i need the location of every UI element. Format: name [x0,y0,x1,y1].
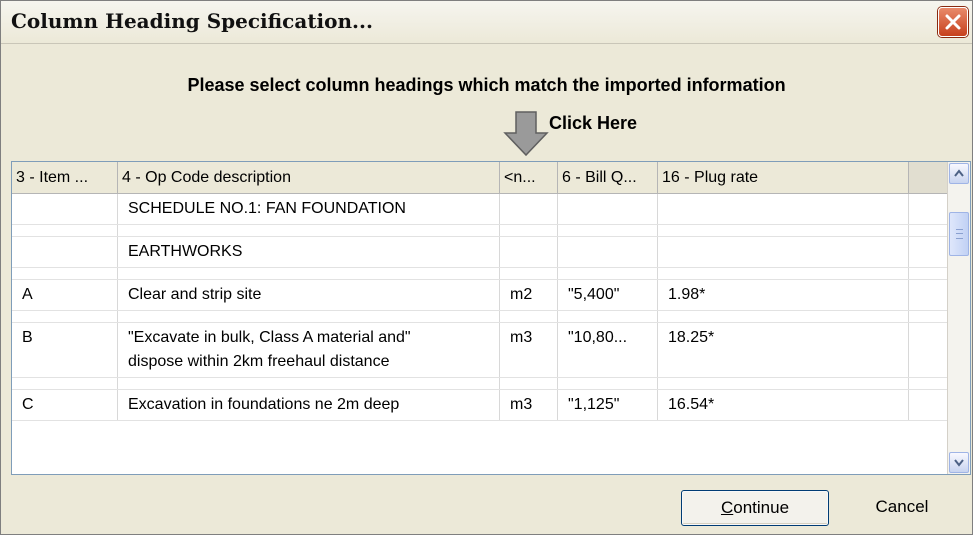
cell-bill-qty [558,268,658,279]
cell-unit [500,225,558,236]
table-row[interactable]: A Clear and strip site m2 "5,400" 1.98* [12,280,950,311]
cell-plug-rate [658,268,909,279]
table-row[interactable]: EARTHWORKS [12,237,950,268]
chevron-up-icon [954,169,964,177]
grid-rows: SCHEDULE NO.1: FAN FOUNDATION EARTHWORKS [12,194,950,421]
table-row[interactable] [12,225,950,237]
close-button[interactable] [938,7,968,37]
scroll-up-button[interactable] [949,163,969,184]
continue-label: ontinue [733,498,790,517]
cell-extra [909,268,950,279]
dialog-window: Column Heading Specification... Please s… [0,0,973,535]
continue-accelerator: C [720,498,734,517]
cell-item: C [12,390,118,420]
cell-bill-qty: "5,400" [558,280,658,310]
table-row[interactable] [12,378,950,390]
scroll-down-button[interactable] [949,452,969,473]
click-here-label: Click Here [549,113,638,133]
column-mapping-grid: 3 - Item ... 4 - Op Code description <n.… [11,161,971,475]
cell-bill-qty [558,225,658,236]
column-header-description[interactable]: 4 - Op Code description [118,162,500,193]
cell-item [12,225,118,236]
table-row[interactable] [12,268,950,280]
title-bar[interactable]: Column Heading Specification... [1,1,972,44]
cell-bill-qty: "1,125" [558,390,658,420]
cancel-button[interactable]: Cancel [837,490,967,526]
table-row[interactable]: C Excavation in foundations ne 2m deep m… [12,390,950,421]
column-header-bill-qty[interactable]: 6 - Bill Q... [558,162,658,193]
cell-description [118,225,500,236]
cell-item [12,378,118,389]
cell-unit: m3 [500,390,558,420]
cell-description: dispose within 2km freehaul distance [118,353,500,377]
down-arrow-icon [503,111,549,157]
cell-bill-qty [558,378,658,389]
cell-item [12,268,118,279]
column-header-item[interactable]: 3 - Item ... [12,162,118,193]
cell-extra [909,280,950,310]
cell-unit [500,237,558,267]
cell-bill-qty [558,311,658,322]
cell-plug-rate [658,353,909,377]
table-row[interactable]: dispose within 2km freehaul distance [12,353,950,378]
cell-extra [909,225,950,236]
cell-item [12,311,118,322]
cell-bill-qty: "10,80... [558,323,658,353]
cell-bill-qty [558,194,658,224]
column-header-extra[interactable] [909,162,950,193]
cell-item [12,237,118,267]
cell-plug-rate [658,225,909,236]
cell-description [118,268,500,279]
cell-description [118,311,500,322]
cell-extra [909,353,950,377]
cell-item [12,353,118,377]
cell-unit [500,194,558,224]
cell-plug-rate [658,237,909,267]
continue-button[interactable]: Continue [681,490,829,526]
close-icon [945,14,961,30]
cell-plug-rate [658,378,909,389]
cell-plug-rate: 18.25* [658,323,909,353]
cell-item: B [12,323,118,353]
cell-unit [500,378,558,389]
cell-bill-qty [558,353,658,377]
scroll-thumb[interactable] [949,212,969,256]
cell-description: "Excavate in bulk, Class A material and" [118,323,500,353]
cell-extra [909,194,950,224]
cell-unit: m2 [500,280,558,310]
cell-plug-rate: 1.98* [658,280,909,310]
cell-plug-rate [658,194,909,224]
grip-icon [956,229,963,239]
instruction-text: Please select column headings which matc… [187,75,786,95]
table-row[interactable] [12,311,950,323]
column-header-unit[interactable]: <n... [500,162,558,193]
cell-extra [909,378,950,389]
table-row[interactable]: SCHEDULE NO.1: FAN FOUNDATION [12,194,950,225]
window-title: Column Heading Specification... [11,9,373,33]
cell-unit [500,311,558,322]
column-header-plug-rate[interactable]: 16 - Plug rate [658,162,909,193]
cell-description: Clear and strip site [118,280,500,310]
cell-description: Excavation in foundations ne 2m deep [118,390,500,420]
cell-extra [909,323,950,353]
cell-description [118,378,500,389]
cell-unit [500,353,558,377]
cell-extra [909,390,950,420]
column-header-row: 3 - Item ... 4 - Op Code description <n.… [12,162,950,194]
vertical-scrollbar[interactable] [947,162,970,474]
cell-unit [500,268,558,279]
chevron-down-icon [954,459,964,467]
cell-plug-rate: 16.54* [658,390,909,420]
cell-description: EARTHWORKS [118,237,500,267]
cell-bill-qty [558,237,658,267]
cell-plug-rate [658,311,909,322]
table-row[interactable]: B "Excavate in bulk, Class A material an… [12,323,950,353]
cell-item [12,194,118,224]
cell-item: A [12,280,118,310]
cell-extra [909,311,950,322]
cell-description: SCHEDULE NO.1: FAN FOUNDATION [118,194,500,224]
cell-unit: m3 [500,323,558,353]
cell-extra [909,237,950,267]
